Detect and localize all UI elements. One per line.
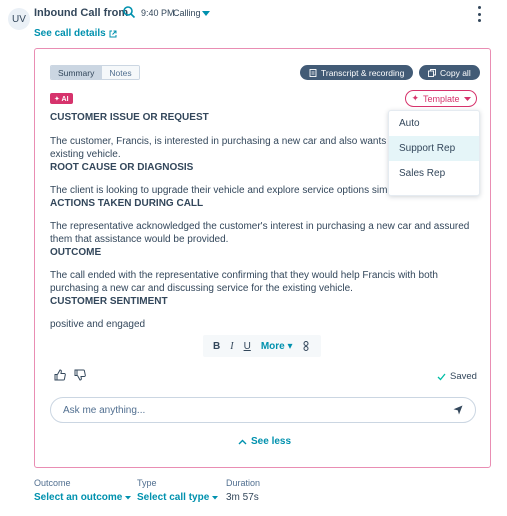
template-option-support-rep[interactable]: Support Rep (389, 136, 479, 161)
tab-notes[interactable]: Notes (101, 66, 139, 79)
template-option-auto[interactable]: Auto (389, 111, 479, 136)
type-label: Type (137, 478, 157, 488)
see-call-details-link[interactable]: See call details (34, 28, 117, 39)
chevron-up-icon (238, 439, 247, 444)
duration-value: 3m 57s (226, 492, 259, 503)
section-text: positive and engaged (50, 319, 146, 330)
sparkle-icon: ✦ (411, 93, 419, 103)
ask-ai-field (50, 397, 476, 423)
section-heading: ACTIONS TAKEN DURING CALL (50, 198, 204, 209)
search-icon[interactable] (122, 5, 136, 19)
check-icon (437, 373, 446, 380)
avatar: UV (8, 8, 30, 30)
transcript-icon (309, 68, 317, 77)
thumbs-down-icon[interactable] (74, 369, 86, 381)
summary-notes-toggle: Summary Notes (50, 65, 140, 80)
see-call-details-label: See call details (34, 28, 106, 39)
chevron-down-icon (463, 96, 471, 101)
call-type-select[interactable]: Select call type (137, 492, 219, 503)
outcome-label: Outcome (34, 478, 71, 488)
duration-label: Duration (226, 478, 261, 488)
call-time: 9:40 PM (141, 8, 175, 18)
more-options-icon[interactable] (475, 6, 483, 22)
call-status[interactable]: Calling (173, 8, 201, 18)
underline-button[interactable]: U (244, 341, 251, 352)
more-format-label: More (260, 340, 285, 352)
template-dropdown: Auto Support Rep Sales Rep (388, 110, 480, 196)
outcome-value: Select an outcome (34, 492, 123, 503)
saved-label: Saved (450, 371, 477, 382)
format-toolbar: B I U More ▾ (203, 335, 321, 357)
saved-status: Saved (437, 371, 477, 382)
more-format-button[interactable]: More ▾ (261, 341, 293, 352)
external-link-icon (109, 30, 117, 37)
ask-ai-input[interactable] (63, 404, 453, 416)
template-label: Template (423, 93, 460, 104)
transcript-recording-button[interactable]: Transcript & recording (300, 65, 414, 80)
copy-icon (428, 68, 436, 77)
ai-summary-card: Summary Notes Transcript & recording Cop… (34, 48, 491, 468)
tab-summary[interactable]: Summary (51, 66, 102, 79)
section-heading: CUSTOMER SENTIMENT (50, 296, 168, 307)
section-text: The representative acknowledged the cust… (50, 221, 470, 245)
section-text: The call ended with the representative c… (50, 270, 438, 294)
copy-all-label: Copy all (440, 67, 471, 78)
section-heading: OUTCOME (50, 247, 102, 258)
italic-button[interactable]: I (230, 341, 233, 352)
outcome-select[interactable]: Select an outcome (34, 492, 132, 503)
see-less-label: See less (251, 436, 292, 447)
template-button[interactable]: ✦ Template (405, 90, 477, 107)
call-type-value: Select call type (137, 492, 210, 503)
bold-button[interactable]: B (213, 341, 220, 352)
chevron-down-icon (125, 496, 132, 500)
ai-badge: ✦ AI (50, 93, 73, 104)
chevron-down-icon[interactable] (202, 9, 210, 17)
see-less-button[interactable]: See less (238, 436, 291, 447)
copy-all-button[interactable]: Copy all (419, 65, 480, 80)
link-icon[interactable] (303, 341, 309, 351)
chevron-down-icon (212, 496, 219, 500)
template-option-sales-rep[interactable]: Sales Rep (389, 161, 479, 186)
call-title: Inbound Call from (34, 7, 129, 19)
transcript-recording-label: Transcript & recording (321, 67, 405, 78)
send-icon[interactable] (453, 405, 463, 415)
thumbs-up-icon[interactable] (54, 369, 66, 381)
